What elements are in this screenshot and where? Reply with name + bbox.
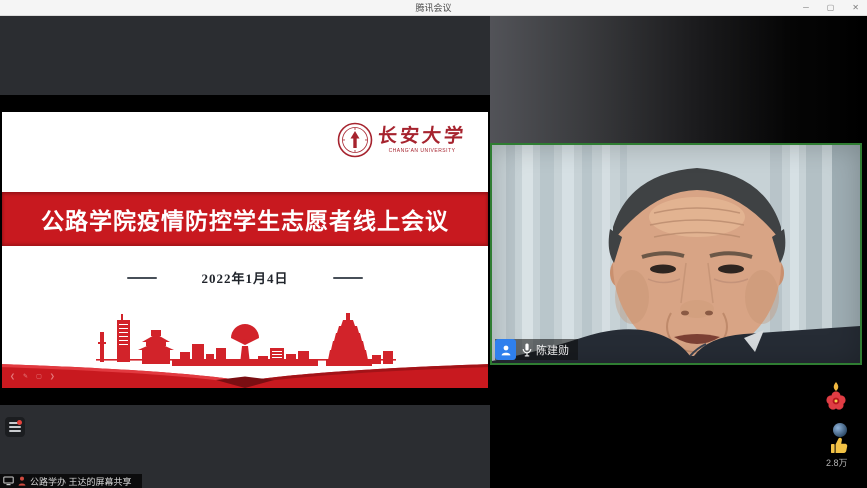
screen-share-pane: 长安大学 CHANG'AN UNIVERSITY 公路学院疫情防控学生志愿者线上…	[0, 16, 490, 488]
presenter-toolbar: ❮ ✎ ▢ ❯	[10, 374, 55, 380]
speaker-name-badge: 陈建勋	[495, 339, 578, 360]
ribbon-graphic	[2, 354, 488, 388]
logo-text-block: 长安大学 CHANG'AN UNIVERSITY	[378, 127, 466, 154]
slide-date: 2022年1月4日	[201, 268, 288, 287]
speaker-video-tile[interactable]: 陈建勋	[490, 143, 862, 365]
menu-line	[9, 426, 21, 428]
date-divider-left	[127, 277, 157, 279]
logo-chinese-name: 长安大学	[377, 127, 467, 146]
video-pane: 陈建勋	[490, 16, 867, 488]
presenter-person-icon	[18, 476, 26, 486]
window-title: 腾讯会议	[415, 1, 451, 14]
pane-background-gradient	[490, 16, 867, 145]
date-divider-right	[333, 277, 363, 279]
tencent-meeting-window: 腾讯会议 ─ ▢ ✕	[0, 0, 867, 488]
monitor-icon	[3, 476, 14, 486]
pen-icon: ✎	[23, 374, 28, 380]
prev-slide-icon: ❮	[10, 374, 15, 380]
minimize-button[interactable]: ─	[803, 4, 809, 12]
reaction-avatar-bubble	[833, 423, 847, 437]
changan-university-logo: 长安大学 CHANG'AN UNIVERSITY	[337, 122, 466, 158]
share-status-text: 公路学办 王达的屏幕共享	[30, 475, 132, 488]
slide-title: 公路学院疫情防控学生志愿者线上会议	[41, 202, 449, 236]
flower-reaction-icon	[825, 382, 847, 417]
logo-english-name: CHANG'AN UNIVERSITY	[389, 148, 456, 154]
notification-dot	[17, 420, 22, 425]
maximize-button[interactable]: ▢	[827, 4, 835, 12]
microphone-icon	[522, 343, 532, 357]
sidebar-toggle-button[interactable]	[5, 417, 25, 437]
avatar-icon	[495, 339, 516, 360]
share-letterbox: 长安大学 CHANG'AN UNIVERSITY 公路学院疫情防控学生志愿者线上…	[0, 95, 490, 405]
slide-date-row: 2022年1月4日	[2, 268, 488, 287]
shapes-icon: ▢	[36, 374, 42, 380]
window-controls: ─ ▢ ✕	[803, 0, 859, 15]
menu-line	[9, 430, 21, 432]
presentation-slide: 长安大学 CHANG'AN UNIVERSITY 公路学院疫情防控学生志愿者线上…	[2, 112, 488, 388]
like-count: 2.8万	[826, 456, 848, 469]
speaker-name: 陈建勋	[536, 342, 569, 358]
share-status-bar: 公路学办 王达的屏幕共享	[0, 474, 142, 488]
university-emblem-icon	[337, 122, 373, 158]
close-button[interactable]: ✕	[852, 4, 859, 12]
speaker-portrait	[492, 145, 860, 363]
slide-title-banner: 公路学院疫情防控学生志愿者线上会议	[2, 192, 488, 246]
titlebar[interactable]: 腾讯会议 ─ ▢ ✕	[0, 0, 867, 16]
meeting-main-area: 长安大学 CHANG'AN UNIVERSITY 公路学院疫情防控学生志愿者线上…	[0, 16, 867, 488]
next-slide-icon: ❯	[50, 374, 55, 380]
